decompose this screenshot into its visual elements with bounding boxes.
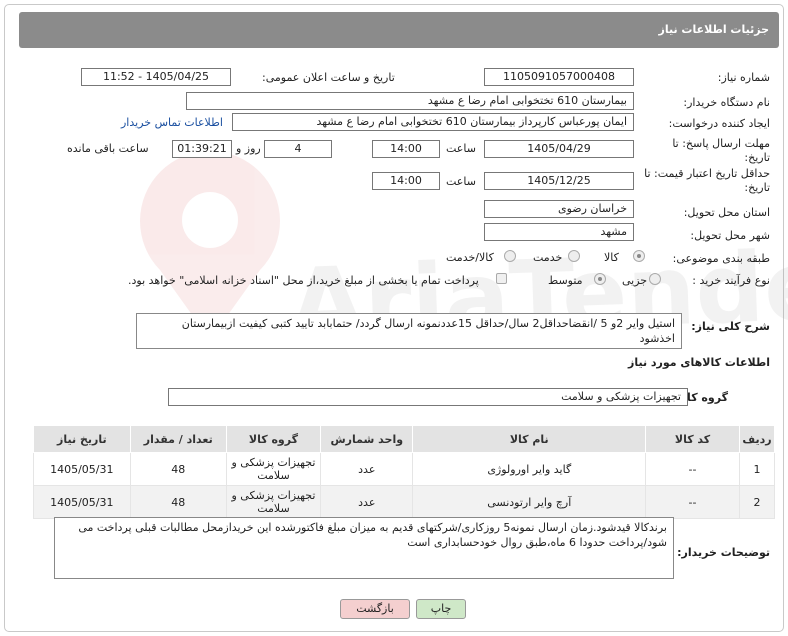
description-textarea: استیل وایر 2و 5 /انقضاحداقل2 سال/حداقل 1… [136,313,682,349]
back-button[interactable]: بازگشت [340,599,410,619]
cell-code: -- [645,452,741,486]
deadline-time-field: 14:00 [372,140,440,158]
cell-unit: عدد [320,485,414,519]
remaining-label: ساعت باقی مانده [67,142,149,155]
category-radio-service[interactable] [568,250,580,262]
days-field: 4 [264,140,332,158]
treasury-payment-checkbox[interactable] [496,273,507,284]
cell-code: -- [645,485,741,519]
remaining-time-field: 01:39:21 [172,140,232,158]
col-name: نام کالا [412,425,647,453]
cell-row: 2 [739,485,775,519]
process-label: نوع فرآیند خرید : [692,274,770,287]
table-row: 2 -- آرچ وایر ارتودنسی عدد تجهیزات پزشکی… [33,485,775,519]
city-label: شهر محل تحویل: [690,229,770,242]
print-button[interactable]: چاپ [416,599,466,619]
validity-date-field: 1405/12/25 [484,172,634,190]
deadline-label: مهلت ارسال پاسخ: تا تاریخ: [672,137,770,164]
process-radio-minor[interactable] [649,273,661,285]
requester-field: ایمان پورعباس کارپرداز بیمارستان 610 تخت… [232,113,634,131]
col-date: تاریخ نیاز [33,425,131,453]
cell-date: 1405/05/31 [33,452,131,486]
category-label: طبقه بندی موضوعی: [672,252,770,265]
deadline-time-label: ساعت [446,142,476,155]
need-number-field: 1105091057000408 [484,68,634,86]
cell-date: 1405/05/31 [33,485,131,519]
buyer-org-label: نام دستگاه خریدار: [683,96,770,109]
contact-buyer-link[interactable]: اطلاعات تماس خریدار [121,116,223,129]
goods-group-field: تجهیزات پزشکی و سلامت [168,388,688,406]
cell-group: تجهیزات پزشکی و سلامت [225,485,322,519]
cell-group: تجهیزات پزشکی و سلامت [225,452,322,486]
category-radio-both[interactable] [504,250,516,262]
buyer-notes-label: توضیحات خریدار: [677,546,770,559]
table-header-row: ردیف کد کالا نام کالا واحد شمارش گروه کا… [33,425,775,453]
validity-time-label: ساعت [446,175,476,188]
table-row: 1 -- گاید وایر اورولوژی عدد تجهیزات پزشک… [33,452,775,486]
city-field: مشهد [484,223,634,241]
panel-header: جزئیات اطلاعات نیاز [19,12,779,48]
category-radio-goods[interactable] [633,250,645,262]
cell-name: گاید وایر اورولوژی [412,452,647,486]
days-label: روز و [236,142,261,155]
treasury-payment-note: پرداخت تمام یا بخشی از مبلغ خرید،از محل … [128,274,479,287]
cell-qty: 48 [129,452,227,486]
cell-name: آرچ وایر ارتودنسی [412,485,647,519]
buyer-notes-textarea: برندکالا قیدشود.زمان ارسال نمونه5 روزکار… [54,517,674,579]
cell-qty: 48 [129,485,227,519]
description-label: شرح کلی نیاز: [691,320,770,333]
buyer-org-field: بیمارستان 610 تختخوابی امام رضا ع مشهد [186,92,634,110]
col-row: ردیف [739,425,775,453]
announce-field: 1405/04/25 - 11:52 [81,68,231,86]
col-code: کد کالا [645,425,741,453]
deadline-date-field: 1405/04/29 [484,140,634,158]
col-unit: واحد شمارش [320,425,414,453]
cell-unit: عدد [320,452,414,486]
col-qty: تعداد / مقدار [129,425,227,453]
goods-info-title: اطلاعات کالاهای مورد نیاز [628,356,770,369]
cell-row: 1 [739,452,775,486]
process-option-minor: جزیی [622,274,648,287]
need-number-label: شماره نیاز: [717,71,770,84]
panel-title: جزئیات اطلاعات نیاز [658,23,770,36]
requester-label: ایجاد کننده درخواست: [668,117,770,130]
process-radio-medium[interactable] [594,273,606,285]
category-option-service: خدمت [533,251,563,264]
col-group: گروه کالا [225,425,322,453]
validity-time-field: 14:00 [372,172,440,190]
province-field: خراسان رضوی [484,200,634,218]
category-option-both: کالا/خدمت [446,251,494,264]
category-option-goods: کالا [604,251,619,264]
announce-label: تاریخ و ساعت اعلان عمومی: [262,71,395,84]
province-label: استان محل تحویل: [683,206,770,219]
goods-table: ردیف کد کالا نام کالا واحد شمارش گروه کا… [33,425,775,519]
process-option-medium: متوسط [548,274,583,287]
validity-label: حداقل تاریخ اعتبار قیمت: تا تاریخ: [644,167,770,194]
